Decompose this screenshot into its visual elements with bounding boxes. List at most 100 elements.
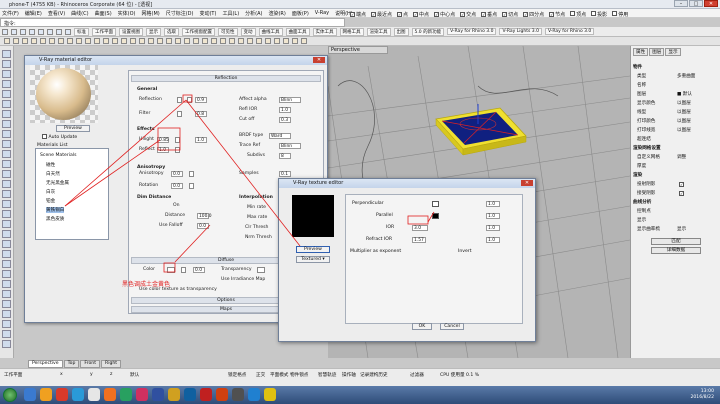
osnap-option[interactable]: ✓ 切点 xyxy=(502,11,518,18)
toolbar-icon[interactable] xyxy=(4,38,10,44)
distance-field[interactable]: 100.0 xyxy=(197,213,212,219)
maximize-button[interactable]: □ xyxy=(689,0,703,7)
status-cell[interactable]: y xyxy=(90,372,93,377)
osnap-option[interactable]: ✓ 点 xyxy=(397,11,408,18)
status-cell[interactable]: 锁定格点 xyxy=(228,372,246,378)
osnap-checkbox[interactable] xyxy=(570,10,576,16)
toolbar-icon[interactable] xyxy=(130,38,136,44)
rotation-map-button[interactable] xyxy=(189,183,194,189)
reflection-swatch[interactable] xyxy=(177,97,182,103)
osnap-checkbox[interactable] xyxy=(591,10,597,16)
menu-item[interactable]: 变动(T) xyxy=(199,10,216,17)
toolbar-icon[interactable] xyxy=(301,38,307,44)
status-cell[interactable]: 默认 xyxy=(130,372,139,378)
toolbar-icon[interactable] xyxy=(247,38,253,44)
toolbar-icon[interactable] xyxy=(211,38,217,44)
osnap-checkbox[interactable]: ✓ xyxy=(397,11,403,17)
toolbar-tab[interactable]: 变动 xyxy=(240,27,256,36)
toolbar-icon[interactable] xyxy=(292,38,298,44)
panel-row[interactable]: 线型 以图层 xyxy=(633,109,719,117)
rotation-field[interactable]: 0.0 xyxy=(171,183,183,189)
taskbar-app-icon[interactable] xyxy=(120,388,132,401)
material-list-root[interactable]: Scene Materials xyxy=(40,153,77,158)
ior-field[interactable]: 3.0 xyxy=(412,225,428,231)
toolbar-tab[interactable]: 曲线工具 xyxy=(258,27,283,36)
panel-checkbox[interactable]: ✓ xyxy=(679,191,684,196)
tool-icon[interactable] xyxy=(2,200,11,208)
osnap-option[interactable]: ✓ 垂点 xyxy=(481,11,497,18)
menu-item[interactable]: 工具(L) xyxy=(222,10,239,17)
tool-icon[interactable] xyxy=(2,310,11,318)
osnap-option[interactable]: ✓ 最近点 xyxy=(371,11,392,18)
menu-item[interactable]: 面板(P) xyxy=(292,10,309,17)
tool-icon[interactable] xyxy=(2,80,11,88)
osnap-option[interactable]: ✓ 端点 xyxy=(350,11,366,18)
status-cell[interactable]: 过滤器 xyxy=(410,372,424,378)
tool-icon[interactable] xyxy=(2,150,11,158)
command-line[interactable]: 指令: xyxy=(0,18,345,27)
toolbar-icon[interactable] xyxy=(94,38,100,44)
panel-row[interactable]: 厚度 xyxy=(633,163,719,171)
tool-icon[interactable] xyxy=(2,90,11,98)
toolbar-icon[interactable] xyxy=(121,38,127,44)
ok-button[interactable]: OK xyxy=(412,323,432,330)
osnap-checkbox[interactable]: ✓ xyxy=(549,11,555,17)
tool-icon[interactable] xyxy=(2,100,11,108)
taskbar-app-icon[interactable] xyxy=(88,388,100,401)
toolbar-icon[interactable] xyxy=(56,28,62,35)
panel-checkbox[interactable]: ✓ xyxy=(679,182,684,187)
tool-icon[interactable] xyxy=(2,220,11,228)
osnap-option[interactable]: ✓ 节点 xyxy=(549,11,565,18)
toolbar-icon[interactable] xyxy=(103,38,109,44)
toolbar-icon[interactable] xyxy=(274,38,280,44)
material-list-item[interactable]: 铂金 xyxy=(46,198,55,204)
affect-alpha-dropdown[interactable]: Blinn xyxy=(279,97,301,103)
menu-item[interactable]: 实体(O) xyxy=(118,10,136,17)
status-cell[interactable]: CPU 使用量 0.1 % xyxy=(440,372,479,378)
toolbar-tab[interactable]: 显示 xyxy=(146,27,161,36)
taskbar-app-icon[interactable] xyxy=(264,388,276,401)
toolbar-tab[interactable]: 实体工具 xyxy=(312,27,337,36)
diffuse-amount-field[interactable]: 0.0 xyxy=(193,267,205,273)
menu-item[interactable]: 曲线(C) xyxy=(71,10,88,17)
toolbar-icon[interactable] xyxy=(202,38,208,44)
tool-icon[interactable] xyxy=(2,300,11,308)
tool-icon[interactable] xyxy=(2,210,11,218)
taskbar-app-icon[interactable] xyxy=(216,388,228,401)
anisotropy-map-button[interactable] xyxy=(189,171,194,177)
toolbar-tab[interactable]: 选取 xyxy=(164,27,179,36)
osnap-checkbox[interactable]: ✓ xyxy=(502,11,508,17)
viewport-tab-right[interactable]: Right xyxy=(101,360,122,368)
taskbar-app-icon[interactable] xyxy=(168,388,180,401)
filter-swatch[interactable] xyxy=(177,111,182,117)
tool-icon[interactable] xyxy=(2,250,11,258)
osnap-checkbox[interactable]: ✓ xyxy=(350,11,355,17)
osnap-option[interactable]: 停用 xyxy=(612,10,628,18)
toolbar-icon[interactable] xyxy=(22,38,28,44)
auto-update-toggle[interactable]: Auto Update xyxy=(42,134,77,140)
toolbar-icon[interactable] xyxy=(238,38,244,44)
toolbar-icon[interactable] xyxy=(256,38,262,44)
toolbar-icon[interactable] xyxy=(20,28,26,35)
tool-icon[interactable] xyxy=(2,290,11,298)
tool-icon[interactable] xyxy=(2,260,11,268)
tool-icon[interactable] xyxy=(2,60,11,68)
viewport-tab-top[interactable]: Top xyxy=(63,360,80,368)
close-button[interactable]: ✕ xyxy=(704,0,718,7)
taskbar-app-icon[interactable] xyxy=(200,388,212,401)
refract-ior-field[interactable]: 1.57 xyxy=(412,237,426,243)
panel-row[interactable]: 显示颜色 以图层 xyxy=(633,100,719,108)
toolbar-tab[interactable]: 网格工具 xyxy=(339,27,364,36)
toolbar-icon[interactable] xyxy=(40,38,46,44)
material-list-item[interactable]: 黄铁铜白 xyxy=(46,207,65,213)
toolbar-icon[interactable] xyxy=(157,38,163,44)
reflect-lock[interactable] xyxy=(175,147,180,153)
menu-item[interactable]: V-Ray xyxy=(315,10,329,16)
taskbar-app-icon[interactable] xyxy=(24,388,36,401)
toolbar-icon[interactable] xyxy=(85,38,91,44)
status-cell[interactable]: 物件锁点 xyxy=(290,372,308,378)
ior-field-2[interactable]: 1.0 xyxy=(486,225,500,231)
osnap-checkbox[interactable]: ✓ xyxy=(523,11,529,17)
trace-reflections-dropdown[interactable]: Blinn xyxy=(279,143,301,149)
texture-editor-close-button[interactable]: ✕ xyxy=(521,180,533,186)
